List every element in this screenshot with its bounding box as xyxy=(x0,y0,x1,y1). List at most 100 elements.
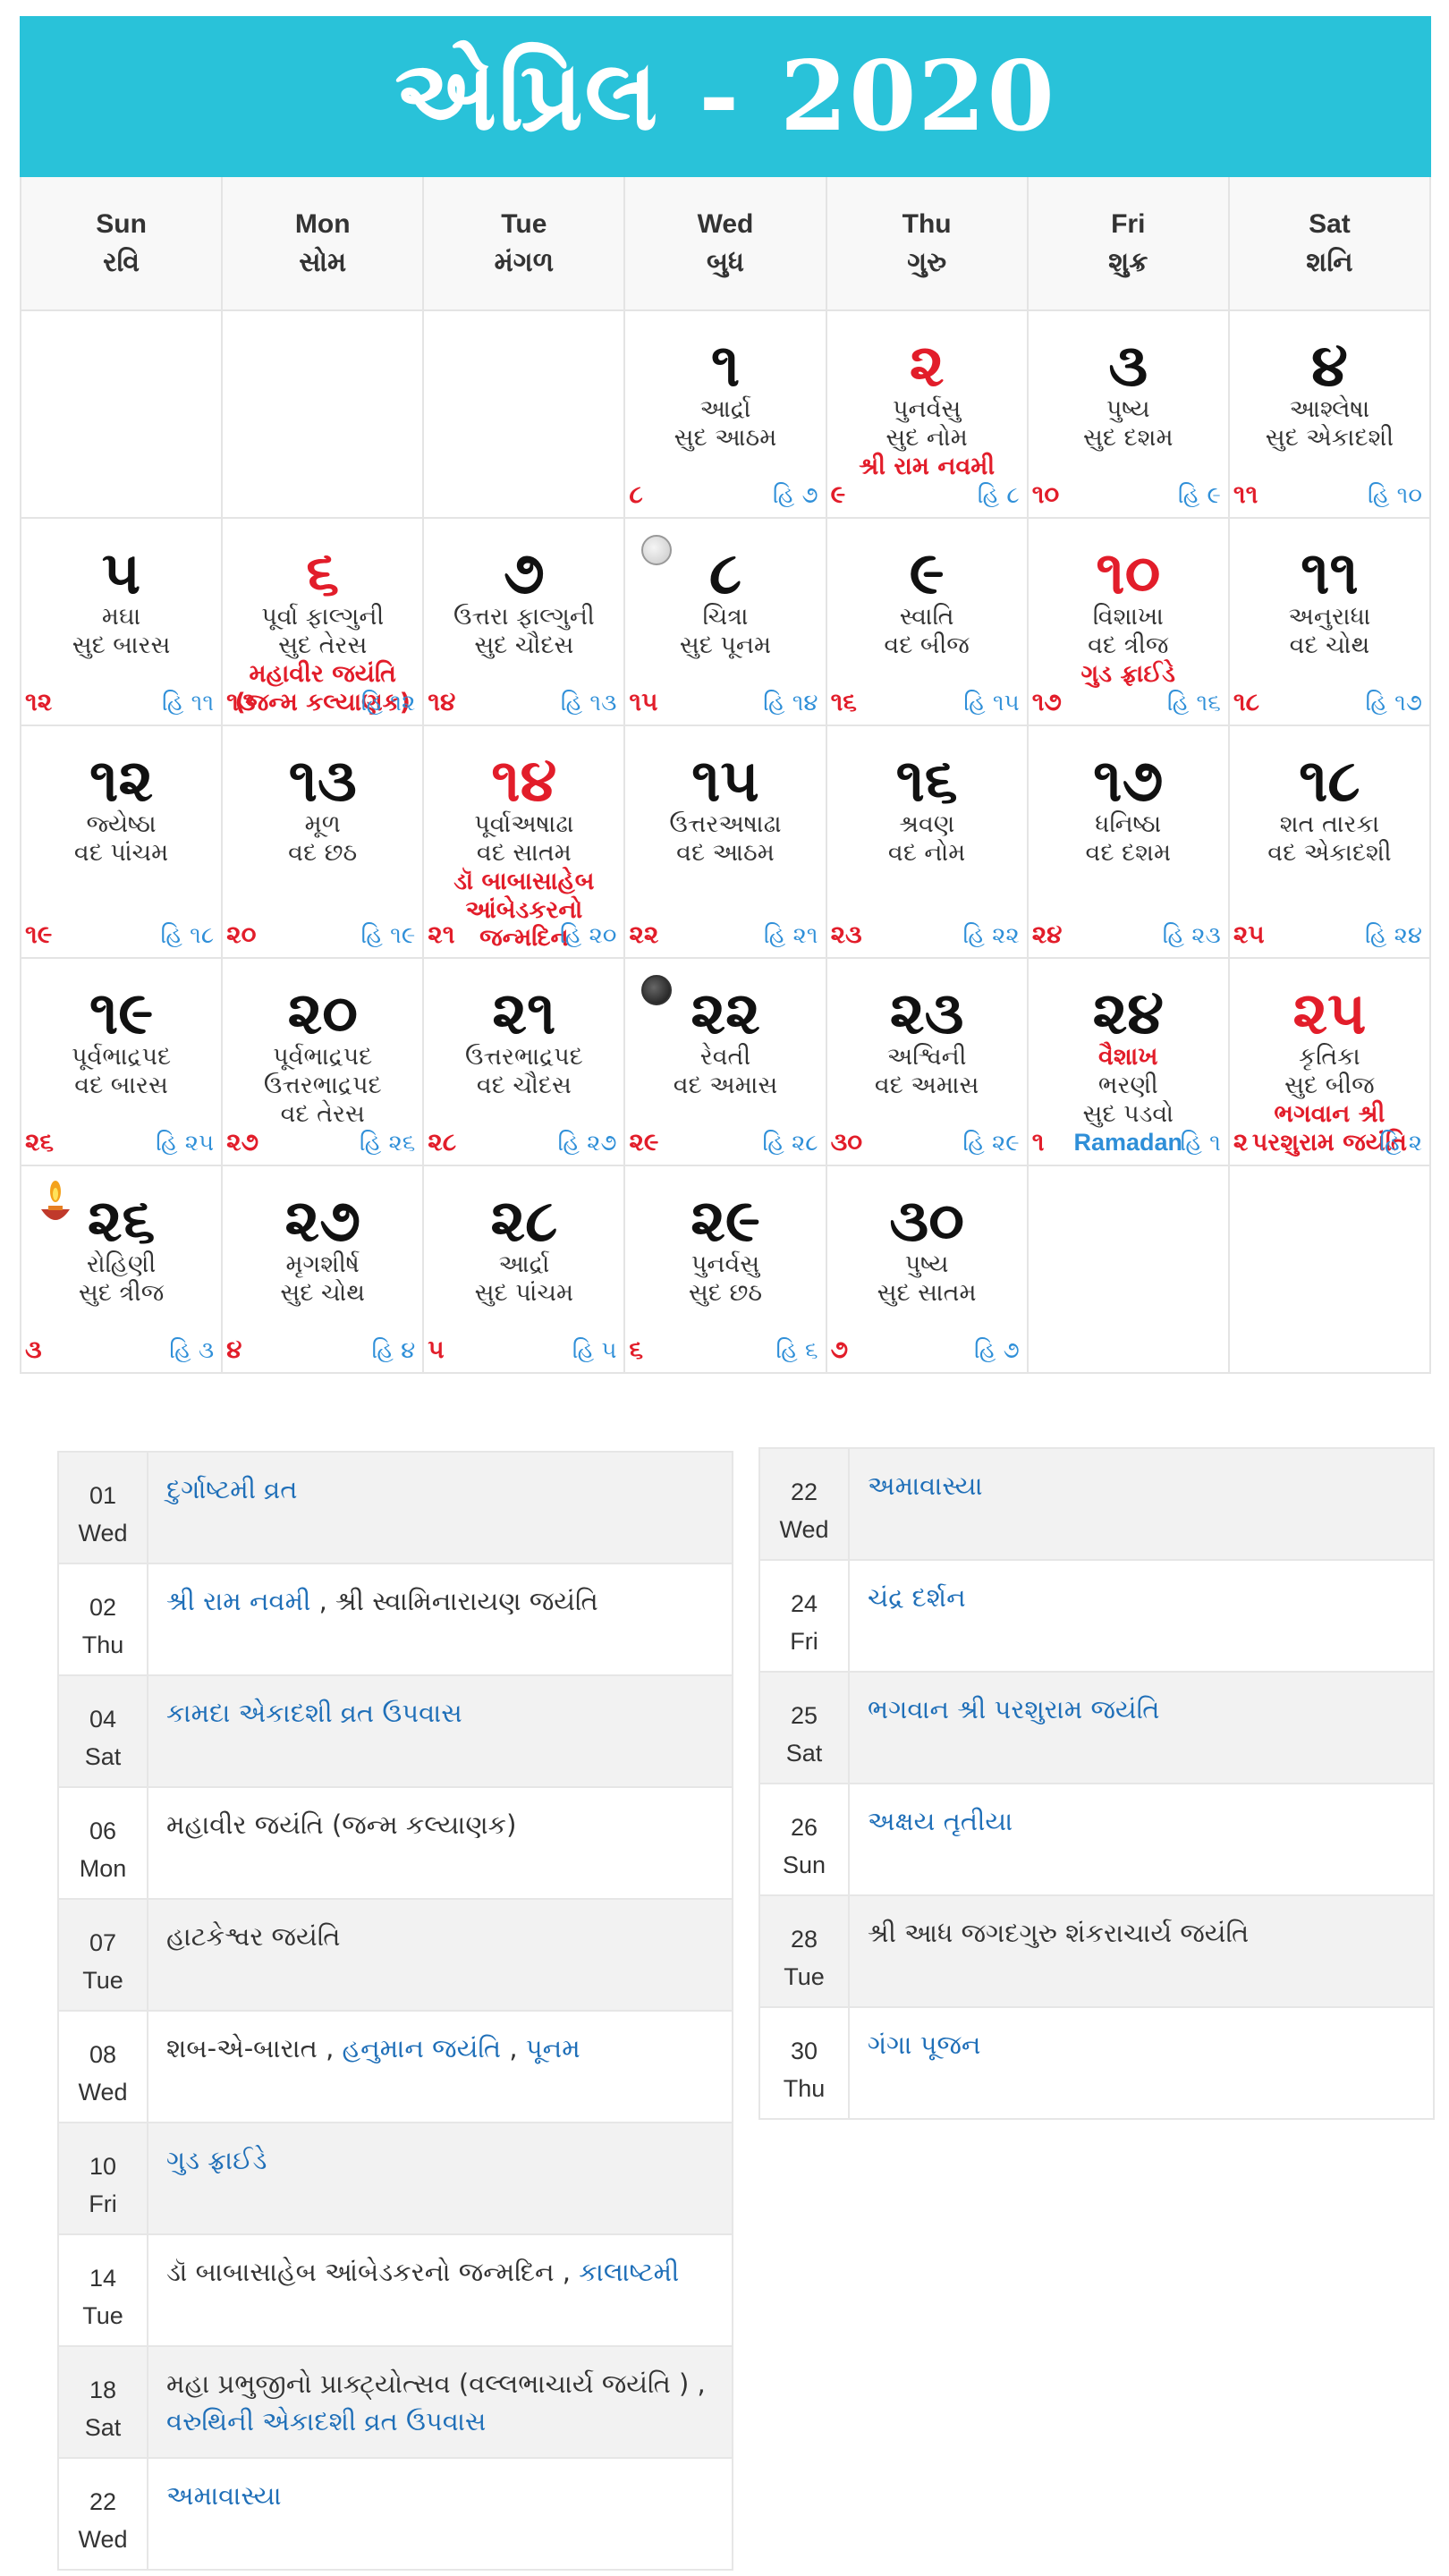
vikram-day-number: ૭ xyxy=(830,1335,849,1364)
day-cell[interactable]: ૧૦ વિશાખા વદ ત્રીજ ગુડ ફ્રાઈડે ૧૭ હિ ૧૬ xyxy=(1028,519,1230,726)
weekday-header-sat: Sat શનિ xyxy=(1229,177,1431,311)
event-link[interactable]: ગંગા પૂજન xyxy=(868,2029,981,2060)
day-cell[interactable]: ૧૨ જ્યેષ્ઠા વદ પાંચમ ૧૯ હિ ૧૮ xyxy=(21,726,224,959)
event-link[interactable]: કાલાષ્ટમી xyxy=(579,2257,679,2287)
day-cell[interactable]: ૨૩ અશ્વિની વદ અમાસ ૩૦ હિ ૨૯ xyxy=(826,959,1029,1166)
day-detail: ઉત્તરા ફાલ્ગુની xyxy=(453,603,595,631)
day-number: ૨૧ xyxy=(492,979,556,1047)
day-detail: પૂર્વભાદ્રપદ xyxy=(273,1043,373,1071)
vikram-day-number: ૧૧ xyxy=(1233,479,1258,509)
event-text: , xyxy=(310,1586,336,1616)
day-detail: વિશાખા xyxy=(1092,603,1164,631)
event-description: અક્ષય તૃતીયા xyxy=(848,1783,1435,1896)
hijri-day-number: હિ ૫ xyxy=(572,1337,617,1364)
day-detail: આર્દ્રા xyxy=(498,1250,550,1278)
day-number: ૨૯ xyxy=(691,1186,760,1255)
event-date-number: 06 xyxy=(89,1818,117,1844)
day-cell[interactable]: ૨ પુનર્વસુ સુદ નોમ શ્રી રામ નવમી ૯ હિ ૮ xyxy=(826,311,1029,519)
day-cell[interactable]: ૩૦ પુષ્ય સુદ સાતમ ૭ હિ ૭ xyxy=(826,1166,1029,1374)
vikram-day-number: ૨૨ xyxy=(629,919,659,949)
day-cell[interactable]: ૧૯ પૂર્વભાદ્રપદ વદ બારસ ૨૬ હિ ૨૫ xyxy=(21,959,224,1166)
day-detail: ચિત્રા xyxy=(702,603,749,631)
day-detail: વદ ચૌદસ xyxy=(476,1071,572,1099)
event-link[interactable]: અક્ષય તૃતીયા xyxy=(868,1806,1013,1836)
day-detail: પૂર્વા ફાલ્ગુની xyxy=(261,603,385,631)
weekday-gu: સોમ xyxy=(299,248,347,277)
day-cell[interactable]: ૨૫ કૃતિકા સુદ બીજ ભગવાન શ્રી પરશુરામ જયંતિ ૨ હ… xyxy=(1229,959,1431,1166)
hijri-day-number: હિ ૧૩ xyxy=(560,690,617,716)
hijri-day-number: હિ ૨૭ xyxy=(557,1130,617,1157)
day-detail: મૂળ xyxy=(304,810,341,838)
hijri-day-number: હિ ૧૮ xyxy=(160,922,215,949)
hijri-day-number: હિ ૯ xyxy=(1177,482,1221,509)
vikram-day-number: ૨ xyxy=(1233,1127,1249,1157)
vikram-day-number: ૧૫ xyxy=(629,687,658,716)
day-cell[interactable]: ૨૮ આર્દ્રા સુદ પાંચમ ૫ હિ ૫ xyxy=(424,1166,626,1374)
weekday-en: Sat xyxy=(1309,208,1351,239)
day-number: ૧૨ xyxy=(89,746,154,815)
day-cell[interactable]: ૩ પુષ્ય સુદ દશમ ૧૦ હિ ૯ xyxy=(1028,311,1230,519)
event-link[interactable]: ગુડ ફ્રાઈડે xyxy=(166,2145,267,2175)
day-cell[interactable]: ૫ મઘા સુદ બારસ ૧૨ હિ ૧૧ xyxy=(21,519,224,726)
hijri-day-number: હિ ૧૬ xyxy=(1166,690,1221,716)
day-detail: અનુરાધા xyxy=(1288,603,1371,631)
day-cell[interactable]: ૨૯ પુનર્વસુ સુદ છઠ ૬ હિ ૬ xyxy=(625,1166,827,1374)
day-cell[interactable]: ૨૪ વૈશાખ ભરણી સુદ પડવો Ramadan ૧ હિ ૧ xyxy=(1028,959,1230,1166)
event-link[interactable]: શ્રી રામ નવમી xyxy=(166,1586,310,1616)
vikram-day-number: ૧૨ xyxy=(25,687,53,716)
day-cell[interactable]: ૭ ઉત્તરા ફાલ્ગુની સુદ ચૌદસ ૧૪ હિ ૧૩ xyxy=(424,519,626,726)
event-text: શબ-એ-બારાત , xyxy=(166,2033,343,2063)
hijri-day-number: હિ ૬ xyxy=(775,1337,818,1364)
day-cell[interactable]: ૧૪ પૂર્વાઅષાઢા વદ સાતમ ડૉ બાબાસાહેબ આંબેડકરન… xyxy=(424,726,626,959)
event-text: હાટકેશ્વર જયંતિ xyxy=(166,1921,341,1952)
event-date: 25 Sat xyxy=(758,1671,850,1784)
event-row: 24 Fri ચંદ્ર દર્શન xyxy=(758,1559,1435,1673)
day-cell[interactable]: ૮ ચિત્રા સુદ પૂનમ ૧૫ હિ ૧૪ xyxy=(625,519,827,726)
day-cell[interactable]: ૧૬ શ્રવણ વદ નોમ ૨૩ હિ ૨૨ xyxy=(826,726,1029,959)
day-cell[interactable]: ૧૭ ધનિષ્ઠા વદ દશમ ૨૪ હિ ૨૩ xyxy=(1028,726,1230,959)
day-cell[interactable]: ૨૧ ઉત્તરભાદ્રપદ વદ ચૌદસ ૨૮ હિ ૨૭ xyxy=(424,959,626,1166)
day-cell[interactable]: ૨૬ રોહિણી સુદ ત્રીજ ૩ હિ ૩ xyxy=(21,1166,224,1374)
event-row: 22 Wed અમાવાસ્યા xyxy=(57,2457,733,2571)
event-weekday: Sat xyxy=(84,1742,122,1770)
day-detail: સુદ આઠમ xyxy=(674,423,777,452)
event-description: કામદા એકાદશી વ્રત ઉપવાસ xyxy=(147,1674,733,1788)
hijri-day-number: હિ ૨૮ xyxy=(762,1130,818,1157)
day-cell[interactable]: ૧૩ મૂળ વદ છઠ ૨૦ હિ ૧૯ xyxy=(223,726,425,959)
day-cell[interactable]: ૧૮ શત તારકા વદ એકાદશી ૨૫ હિ ૨૪ xyxy=(1229,726,1431,959)
day-cell[interactable]: ૧૧ અનુરાધા વદ ચોથ ૧૮ હિ ૧૭ xyxy=(1229,519,1431,726)
event-link[interactable]: દુર્ગાષ્ટમી વ્રત xyxy=(166,1474,298,1504)
day-detail: કૃતિકા xyxy=(1299,1043,1360,1071)
event-date: 30 Thu xyxy=(758,2006,850,2120)
event-text: મહાવીર જયંતિ (જન્મ કલ્યાણક) xyxy=(166,1809,517,1840)
day-cell[interactable]: ૧ આર્દ્રા સુદ આઠમ ૮ હિ ૭ xyxy=(625,311,827,519)
event-link[interactable]: હનુમાન જયંતિ xyxy=(343,2033,502,2063)
event-description: શબ-એ-બારાત , હનુમાન જયંતિ , પૂનમ xyxy=(147,2010,733,2123)
calendar-grid: Sun રવિ Mon સોમ Tue મંગળ Wed બુધ Thu ગુરુ Fri શુક્ર… xyxy=(20,177,1431,1374)
empty-cell xyxy=(1229,1166,1431,1374)
event-date-number: 28 xyxy=(790,1926,818,1953)
vikram-day-number: ૮ xyxy=(629,479,643,509)
day-detail: સુદ સાતમ xyxy=(877,1278,977,1307)
event-link[interactable]: અમાવાસ્યા xyxy=(868,1470,983,1501)
event-link[interactable]: કામદા એકાદશી વ્રત ઉપવાસ xyxy=(166,1698,462,1728)
event-weekday: Mon xyxy=(79,1854,127,1882)
day-cell[interactable]: ૨૨ રેવતી વદ અમાસ ૨૯ હિ ૨૮ xyxy=(625,959,827,1166)
event-link[interactable]: ભગવાન શ્રી પરશુરામ જયંતિ xyxy=(868,1694,1159,1724)
event-link[interactable]: પૂનમ xyxy=(526,2033,580,2063)
day-cell[interactable]: ૧૫ ઉત્તરઅષાઢા વદ આઠમ ૨૨ હિ ૨૧ xyxy=(625,726,827,959)
day-detail: રોહિણી xyxy=(86,1250,157,1278)
event-weekday: Tue xyxy=(784,1962,825,1990)
event-link[interactable]: ચંદ્ર દર્શન xyxy=(868,1582,966,1613)
event-date-number: 22 xyxy=(89,2488,117,2515)
day-cell[interactable]: ૬ પૂર્વા ફાલ્ગુની સુદ તેરસ મહાવીર જયંતિ (જન્… xyxy=(223,519,425,726)
day-cell[interactable]: ૪ આશ્લેષા સુદ એકાદશી ૧૧ હિ ૧૦ xyxy=(1229,311,1431,519)
day-cell[interactable]: ૨૭ મૃગશીર્ષ સુદ ચોથ ૪ હિ ૪ xyxy=(223,1166,425,1374)
vikram-day-number: ૧ xyxy=(1031,1127,1045,1157)
event-link[interactable]: વરુથિની એકાદશી વ્રત ઉપવાસ xyxy=(166,2406,486,2436)
event-link[interactable]: અમાવાસ્યા xyxy=(166,2480,282,2511)
day-cell[interactable]: ૯ સ્વાતિ વદ બીજ ૧૬ હિ ૧૫ xyxy=(826,519,1029,726)
day-cell[interactable]: ૨૦ પૂર્વભાદ્રપદ ઉત્તરભાદ્રપદ વદ તેરસ ૨૭ હિ ૨૬ xyxy=(223,959,425,1166)
day-detail: સુદ ચૌદસ xyxy=(474,631,574,659)
event-date-number: 01 xyxy=(89,1482,117,1509)
